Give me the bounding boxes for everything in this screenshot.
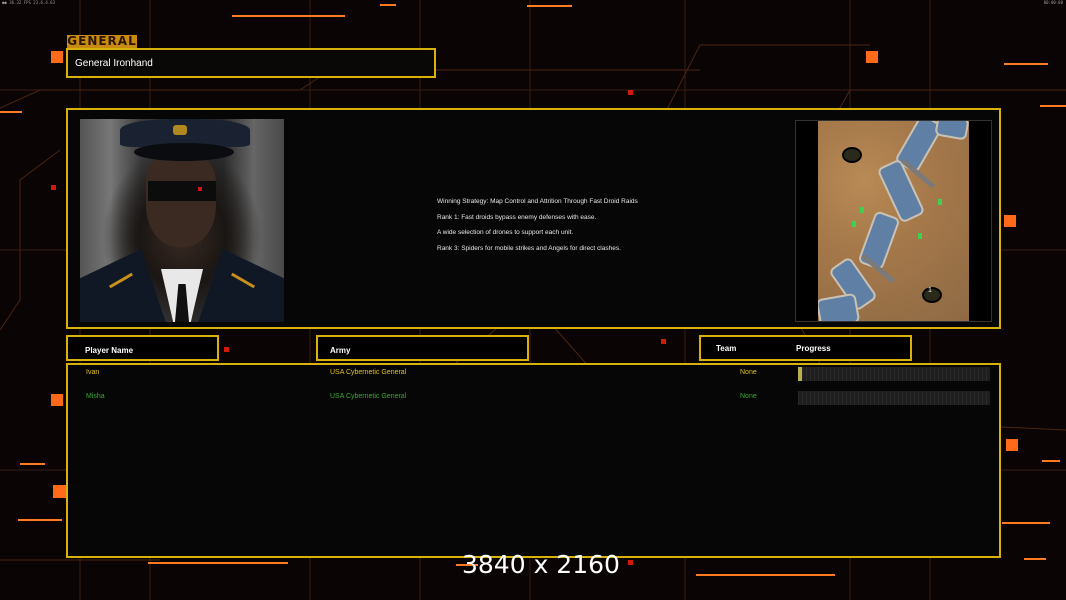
strategy-line: Rank 1: Fast droids bypass enemy defense… — [437, 213, 597, 221]
deco-square — [866, 51, 878, 63]
briefing-panel: Winning Strategy: Map Control and Attrit… — [66, 108, 1001, 329]
deco-square — [224, 347, 229, 352]
deco-square — [1006, 439, 1018, 451]
table-row[interactable]: Ivan USA Cybernetic General None — [68, 367, 1003, 381]
header-progress: Progress — [796, 344, 831, 353]
deco-square — [628, 560, 633, 565]
deco-square — [53, 485, 66, 498]
progress-bar — [798, 367, 990, 381]
minimap-marker-label: 1 — [928, 287, 932, 294]
minimap[interactable]: 1 — [818, 121, 969, 321]
start-position-crater: 1 — [922, 287, 942, 303]
header-player-name-box: Player Name — [66, 335, 219, 361]
resolution-overlay-text: 3840 x 2160 — [462, 550, 620, 579]
players-panel: Ivan USA Cybernetic General None Misha U… — [66, 363, 1001, 558]
status-text-left: ●● 36.32 FPS 23.6.4.63 — [2, 0, 55, 5]
strategy-description: Winning Strategy: Map Control and Attrit… — [437, 194, 757, 256]
player-army: USA Cybernetic General — [330, 393, 407, 400]
general-portrait — [80, 119, 284, 322]
header-army-box: Army — [316, 335, 529, 361]
deco-square — [51, 185, 56, 190]
progress-fill — [798, 367, 802, 381]
player-name: Misha — [86, 393, 105, 400]
strategy-line: Winning Strategy: Map Control and Attrit… — [437, 198, 638, 205]
deco-square — [1004, 215, 1016, 227]
minimap-frame: 1 — [795, 120, 992, 322]
strategy-line: A wide selection of drones to support ea… — [437, 229, 574, 236]
general-name: General Ironhand — [75, 58, 153, 69]
deco-square — [661, 339, 666, 344]
header-player-name: Player Name — [85, 346, 134, 355]
start-position-crater — [842, 147, 862, 163]
general-section-label: GENERAL — [67, 34, 137, 48]
player-team: None — [740, 393, 757, 400]
status-text-right: 00:00:00 — [1043, 0, 1063, 5]
header-team-progress-box: Team Progress — [699, 335, 912, 361]
player-team: None — [740, 369, 757, 376]
general-name-box: General Ironhand — [66, 48, 436, 78]
deco-square — [51, 394, 63, 406]
player-army: USA Cybernetic General — [330, 369, 407, 376]
progress-bar — [798, 391, 990, 405]
header-team: Team — [716, 344, 737, 353]
deco-square — [51, 51, 63, 63]
player-name: Ivan — [86, 369, 100, 376]
table-row[interactable]: Misha USA Cybernetic General None — [68, 391, 1003, 405]
deco-square — [628, 90, 633, 95]
strategy-line: Rank 3: Spiders for mobile strikes and A… — [437, 244, 621, 252]
header-army: Army — [330, 346, 351, 355]
